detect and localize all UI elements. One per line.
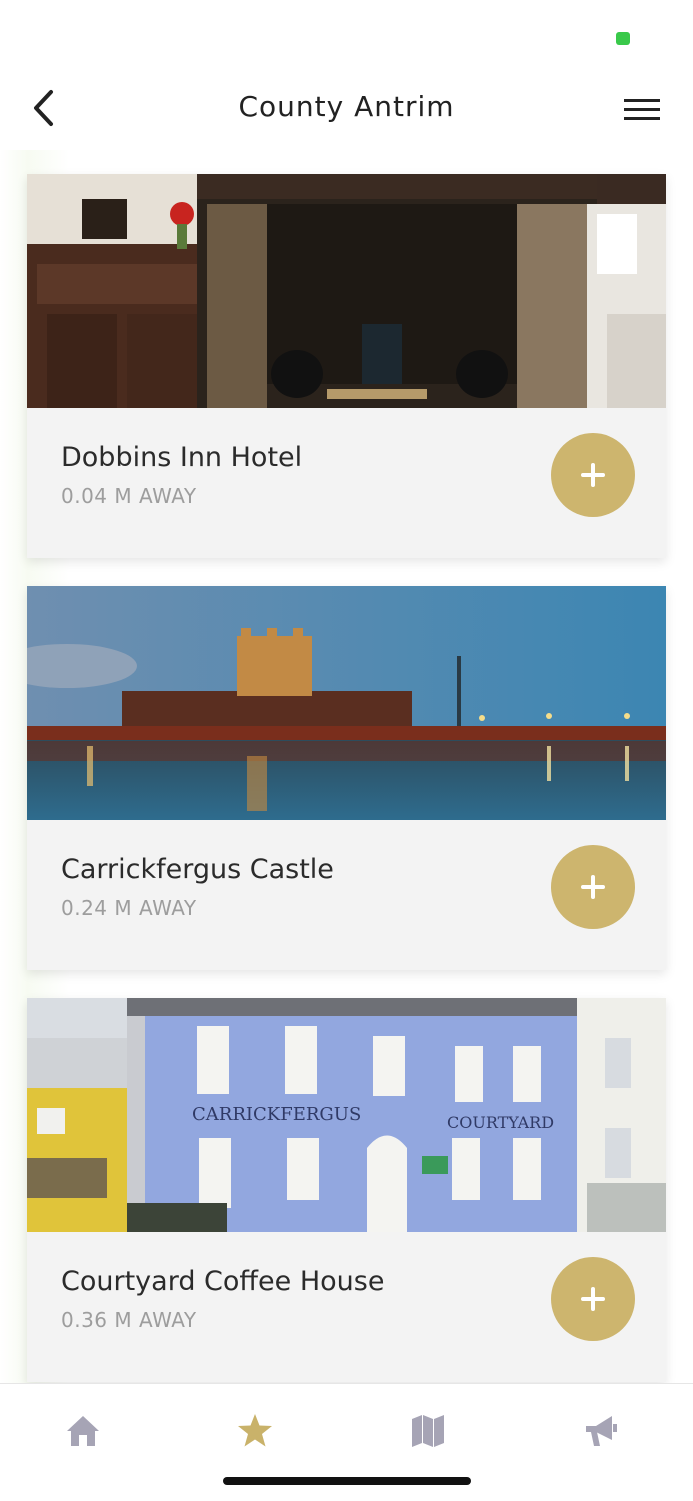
place-distance: 0.24 M AWAY: [61, 896, 197, 920]
megaphone-icon: [586, 1416, 617, 1446]
place-name: Carrickfergus Castle: [61, 854, 334, 885]
header: County Antrim: [0, 70, 693, 150]
place-photo: [27, 174, 666, 408]
building-sign-left: CARRICKFERGUS: [192, 1104, 361, 1125]
battery-icon: [616, 32, 630, 45]
place-name: Dobbins Inn Hotel: [61, 442, 303, 473]
place-photo: [27, 586, 666, 820]
add-button[interactable]: [551, 845, 635, 929]
tab-announcements[interactable]: [571, 1406, 631, 1456]
page-title: County Antrim: [238, 90, 455, 123]
place-photo: CARRICKFERGUS COURTYARD: [27, 998, 666, 1232]
add-button[interactable]: [551, 1257, 635, 1341]
map-icon: [412, 1415, 444, 1447]
home-icon: [67, 1416, 99, 1446]
add-button[interactable]: [551, 433, 635, 517]
place-distance: 0.36 M AWAY: [61, 1308, 197, 1332]
place-distance: 0.04 M AWAY: [61, 484, 197, 508]
tab-favorites[interactable]: [225, 1406, 285, 1456]
menu-button[interactable]: [622, 96, 662, 124]
hamburger-icon: [624, 99, 660, 120]
place-name: Courtyard Coffee House: [61, 1266, 385, 1297]
place-card[interactable]: Dobbins Inn Hotel 0.04 M AWAY: [27, 174, 666, 558]
building-sign-right: COURTYARD: [447, 1113, 554, 1132]
home-indicator: [223, 1477, 471, 1485]
place-card[interactable]: CARRICKFERGUS COURTYARD Courtyard Coffee…: [27, 998, 666, 1382]
places-list[interactable]: Dobbins Inn Hotel 0.04 M AWAY Carrickfer…: [0, 150, 693, 1383]
tab-home[interactable]: [53, 1406, 113, 1456]
star-icon: [238, 1414, 272, 1447]
place-card[interactable]: Carrickfergus Castle 0.24 M AWAY: [27, 586, 666, 970]
tab-map[interactable]: [398, 1406, 458, 1456]
status-bar: [0, 0, 693, 70]
